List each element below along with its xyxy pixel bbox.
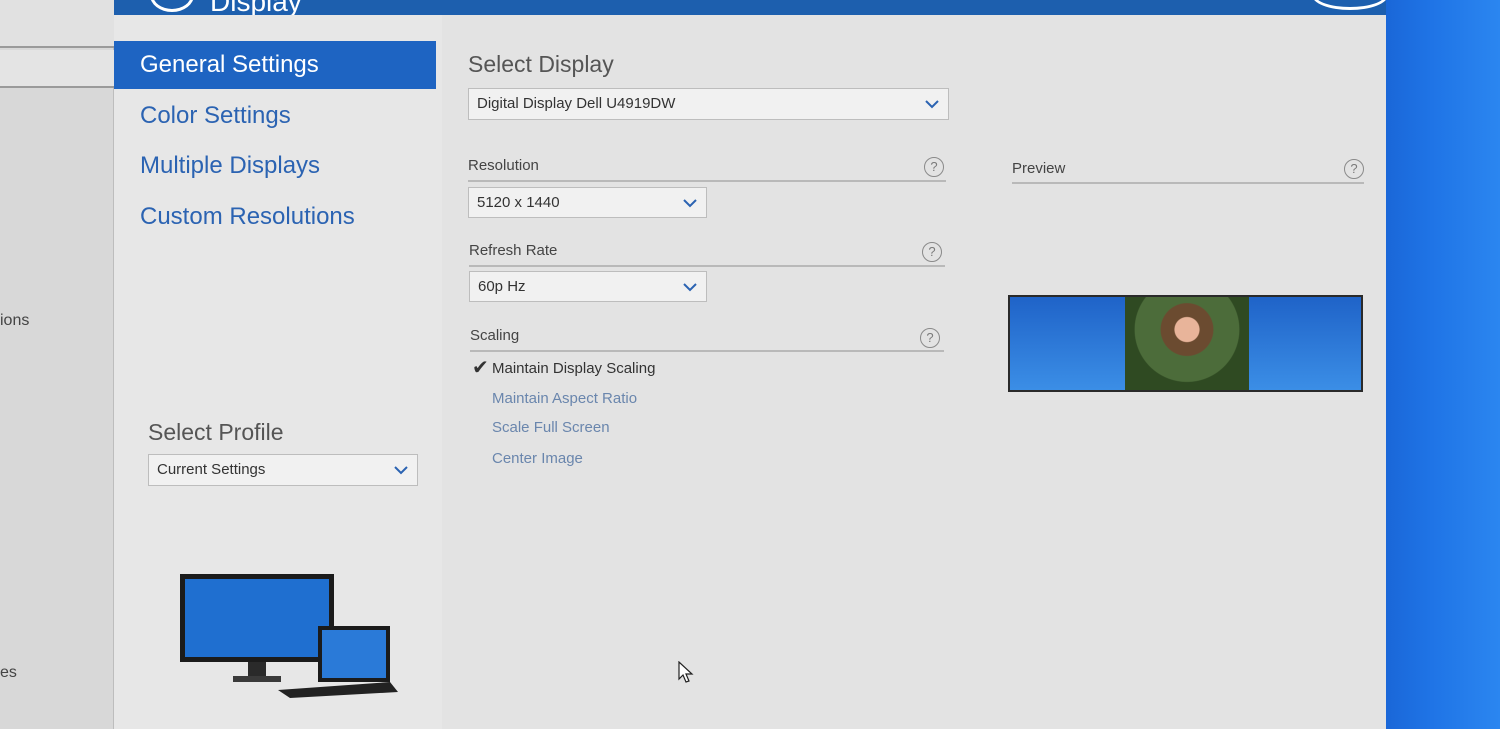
nav-item-color-settings[interactable]: Color Settings (114, 92, 436, 140)
preview-label: Preview (1012, 160, 1066, 177)
resolution-label: Resolution (468, 157, 539, 174)
nav-item-multiple-displays[interactable]: Multiple Displays (114, 142, 436, 190)
divider (1012, 182, 1364, 184)
background-panel (0, 50, 114, 88)
sidebar: General Settings Color Settings Multiple… (114, 15, 442, 729)
help-icon[interactable]: ? (1344, 159, 1364, 179)
desktop-background (1386, 0, 1500, 729)
scaling-option-center-image[interactable]: Center Image (492, 450, 583, 467)
background-text-fragment: ions (0, 312, 30, 329)
nav-item-custom-resolutions[interactable]: Custom Resolutions (114, 193, 436, 241)
refresh-rate-dropdown[interactable]: 60p Hz (469, 271, 707, 302)
app-logo-icon (150, 0, 194, 12)
background-window: ions es (0, 0, 114, 729)
divider (469, 265, 945, 267)
chevron-down-icon (924, 96, 940, 112)
divider (468, 180, 946, 182)
preview-image (1125, 297, 1249, 390)
app-header: Display (114, 0, 1410, 17)
refresh-rate-label: Refresh Rate (469, 242, 558, 259)
main-panel: Select Display Digital Display Dell U491… (442, 15, 1386, 729)
select-display-label: Select Display (468, 51, 614, 77)
chevron-down-icon (682, 195, 698, 211)
help-icon[interactable]: ? (922, 242, 942, 262)
select-profile-label: Select Profile (148, 419, 284, 445)
brand-logo-icon (1312, 0, 1388, 10)
scaling-option-maintain-display-scaling[interactable]: Maintain Display Scaling (492, 360, 655, 377)
divider (470, 350, 944, 352)
display-dropdown-value: Digital Display Dell U4919DW (477, 95, 676, 112)
checkmark-icon: ✔ (472, 357, 489, 379)
background-panel (0, 0, 114, 48)
help-icon[interactable]: ? (920, 328, 940, 348)
display-dropdown[interactable]: Digital Display Dell U4919DW (468, 88, 949, 120)
chevron-down-icon (393, 462, 409, 478)
nav-item-general-settings[interactable]: General Settings (114, 41, 436, 89)
preview-display (1008, 295, 1363, 392)
profile-dropdown-value: Current Settings (157, 461, 266, 478)
scaling-label: Scaling (470, 327, 520, 344)
display-illustration (178, 570, 398, 720)
profile-dropdown[interactable]: Current Settings (148, 454, 418, 486)
resolution-dropdown[interactable]: 5120 x 1440 (468, 187, 707, 218)
scaling-option-maintain-aspect-ratio[interactable]: Maintain Aspect Ratio (492, 390, 637, 407)
help-icon[interactable]: ? (924, 157, 944, 177)
mouse-cursor-icon (678, 660, 694, 690)
background-text-fragment: es (0, 664, 17, 681)
chevron-down-icon (682, 279, 698, 295)
refresh-rate-dropdown-value: 60p Hz (478, 278, 526, 295)
preview-screen (1010, 297, 1361, 390)
scaling-option-scale-full-screen[interactable]: Scale Full Screen (492, 419, 610, 436)
resolution-dropdown-value: 5120 x 1440 (477, 194, 560, 211)
